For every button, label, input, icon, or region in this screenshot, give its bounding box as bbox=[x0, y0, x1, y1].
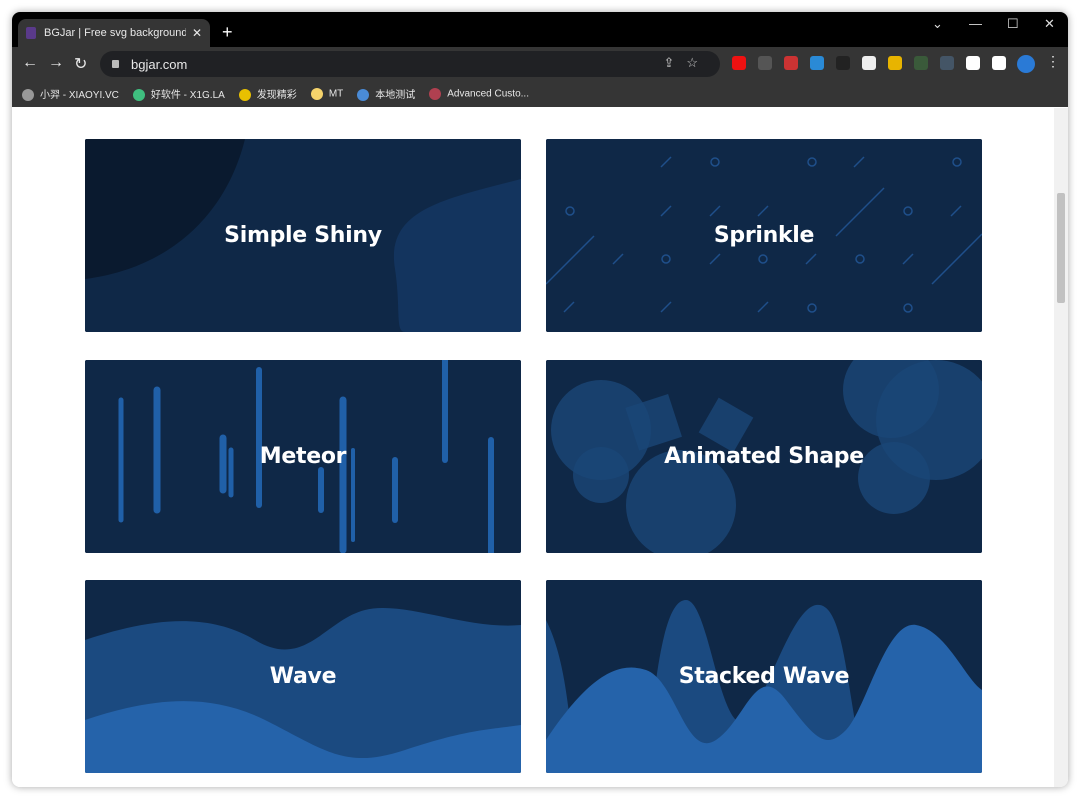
close-window-button[interactable]: ✕ bbox=[1044, 16, 1055, 32]
extension-icon[interactable] bbox=[810, 56, 824, 70]
favicon-icon bbox=[26, 27, 36, 39]
extension-icon[interactable] bbox=[758, 56, 772, 70]
card-wave[interactable]: Wave bbox=[85, 580, 521, 773]
vertical-scrollbar[interactable] bbox=[1054, 108, 1068, 787]
share-icon[interactable]: ⇪ bbox=[663, 55, 686, 70]
tab-active[interactable]: BGJar | Free svg background i ✕ bbox=[18, 19, 210, 47]
bookmark-icon bbox=[22, 89, 34, 102]
bookmark-item[interactable]: Advanced Custo... bbox=[429, 87, 529, 100]
browser-window: BGJar | Free svg background i ✕ + ⌄ — ☐ … bbox=[12, 12, 1068, 787]
scrollbar-thumb[interactable] bbox=[1057, 193, 1065, 303]
bookmark-icon bbox=[357, 89, 370, 102]
address-bar[interactable]: bgjar.com ⇪☆ bbox=[100, 51, 720, 77]
menu-icon[interactable]: ⋮ bbox=[1046, 53, 1060, 70]
new-tab-button[interactable]: + bbox=[222, 22, 233, 43]
bookmark-label: 小羿 - XIAOYI.VC bbox=[40, 89, 119, 101]
extension-icon[interactable] bbox=[784, 56, 798, 70]
card-stacked-wave[interactable]: Stacked Wave bbox=[546, 580, 982, 773]
extension-icon[interactable] bbox=[732, 56, 746, 70]
card-simple-shiny[interactable]: Simple Shiny bbox=[85, 139, 521, 332]
extension-icon[interactable] bbox=[992, 56, 1006, 70]
bookmark-item[interactable]: 好软件 - X1G.LA bbox=[132, 86, 225, 102]
extension-icon[interactable] bbox=[836, 56, 850, 70]
forward-button[interactable]: → bbox=[48, 54, 64, 72]
url-text: bgjar.com bbox=[131, 56, 188, 72]
card-meteor[interactable]: Meteor bbox=[85, 360, 521, 553]
tab-bar: BGJar | Free svg background i ✕ + ⌄ — ☐ … bbox=[12, 12, 1068, 47]
extension-icon[interactable] bbox=[940, 56, 954, 70]
bookmark-label: Advanced Custo... bbox=[447, 88, 529, 100]
card-label: Wave bbox=[269, 664, 337, 689]
bookmark-star-icon[interactable]: ☆ bbox=[686, 55, 710, 70]
maximize-button[interactable]: ☐ bbox=[1007, 16, 1019, 32]
card-animated-shape[interactable]: Animated Shape bbox=[546, 360, 982, 553]
extension-icon[interactable] bbox=[862, 56, 876, 70]
card-label: Stacked Wave bbox=[678, 664, 850, 689]
card-label: Sprinkle bbox=[713, 223, 815, 248]
extension-icon[interactable] bbox=[888, 56, 902, 70]
bookmark-label: 发现精彩 bbox=[256, 89, 297, 101]
bookmark-item[interactable]: 小羿 - XIAOYI.VC bbox=[22, 86, 119, 102]
bookmark-icon bbox=[310, 87, 323, 100]
minimize-button[interactable]: — bbox=[969, 16, 982, 31]
card-sprinkle[interactable]: Sprinkle bbox=[546, 139, 982, 332]
extension-icon[interactable] bbox=[914, 56, 928, 70]
close-tab-icon[interactable]: ✕ bbox=[192, 26, 202, 40]
bookmark-item[interactable]: 发现精彩 bbox=[238, 86, 297, 102]
reload-button[interactable]: ↻ bbox=[74, 54, 87, 74]
bookmark-label: 好软件 - X1G.LA bbox=[150, 89, 225, 101]
toolbar: ← → ↻ bgjar.com ⇪☆ ⋮ bbox=[12, 47, 1068, 80]
bookmark-icon bbox=[132, 89, 145, 102]
bookmark-icon bbox=[429, 87, 442, 100]
bookmark-label: MT bbox=[328, 88, 344, 100]
bookmark-label: 本地测试 bbox=[375, 89, 416, 101]
bookmarks-bar: 小羿 - XIAOYI.VC 好软件 - X1G.LA 发现精彩 MT 本地测试 Adva… bbox=[12, 80, 1068, 107]
lock-icon bbox=[112, 60, 119, 68]
bookmark-item[interactable]: MT bbox=[310, 87, 344, 100]
bookmark-icon bbox=[238, 89, 251, 102]
card-label: Animated Shape bbox=[664, 444, 864, 469]
profile-avatar[interactable] bbox=[1017, 55, 1035, 73]
back-button[interactable]: ← bbox=[22, 54, 38, 72]
bookmark-item[interactable]: 本地测试 bbox=[357, 86, 416, 102]
tab-search-icon[interactable]: ⌄ bbox=[932, 16, 943, 32]
page-content: Simple Shiny Sprinkle Meteor Animated Sh… bbox=[12, 108, 1054, 787]
extension-icon[interactable] bbox=[966, 56, 980, 70]
card-label: Simple Shiny bbox=[224, 223, 382, 248]
card-label: Meteor bbox=[259, 444, 347, 469]
tab-title: BGJar | Free svg background i bbox=[44, 27, 186, 39]
